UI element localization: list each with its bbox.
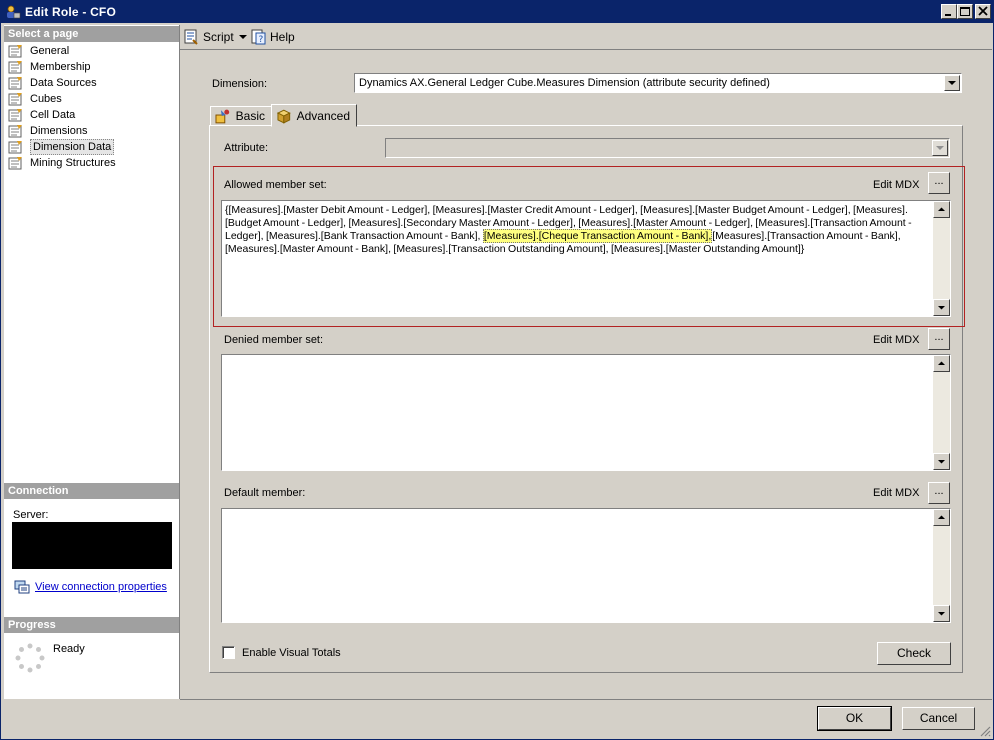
progress-header: Progress (4, 617, 179, 633)
connection-properties-icon (14, 580, 30, 594)
chevron-up-icon (938, 361, 945, 365)
scroll-down-button[interactable] (933, 299, 950, 316)
server-label: Server: (13, 509, 49, 521)
sidebar-item-label: Cubes (30, 93, 62, 105)
default-scrollbar[interactable] (933, 509, 950, 622)
page-icon (8, 125, 22, 138)
edit-mdx-label: Edit MDX (873, 487, 920, 499)
page-icon (8, 109, 22, 122)
chevron-up-icon (938, 207, 945, 211)
view-connection-properties-link[interactable]: View connection properties (14, 580, 167, 594)
scroll-down-button[interactable] (933, 605, 950, 622)
enable-visual-totals-checkbox[interactable] (222, 646, 235, 659)
sidebar-item-cubes[interactable]: Cubes (8, 91, 176, 107)
attribute-select[interactable] (385, 138, 950, 158)
page-icon (8, 141, 22, 154)
window-title: Edit Role - CFO (25, 5, 116, 19)
tab-advanced[interactable]: Advanced (271, 104, 357, 127)
default-member-label: Default member: (224, 487, 306, 499)
allowed-member-set-label: Allowed member set: (224, 179, 327, 191)
svg-text:?: ? (259, 35, 264, 45)
progress-spinner-icon (15, 643, 45, 673)
footer-divider (180, 699, 992, 700)
left-panel: Select a page General Membership Data So… (4, 25, 180, 699)
scroll-down-button[interactable] (933, 453, 950, 470)
help-button[interactable]: ? Help (250, 28, 295, 46)
default-member-textarea[interactable] (221, 508, 951, 623)
attribute-label: Attribute: (224, 142, 269, 154)
sidebar-item-label: Data Sources (30, 77, 97, 89)
sidebar-item-dimension-data[interactable]: Dimension Data (8, 139, 176, 155)
chevron-down-icon (936, 146, 944, 150)
sidebar-item-dimensions[interactable]: Dimensions (8, 123, 176, 139)
scroll-up-button[interactable] (933, 201, 950, 218)
enable-visual-totals[interactable]: Enable Visual Totals (222, 646, 341, 659)
scroll-up-button[interactable] (933, 509, 950, 526)
close-button[interactable] (975, 4, 991, 19)
attribute-dropdown-button[interactable] (932, 140, 948, 156)
allowed-edit-mdx-button[interactable]: ... (928, 172, 950, 194)
resize-grip-icon[interactable] (979, 725, 991, 737)
denied-edit-mdx-button[interactable]: ... (928, 328, 950, 350)
minimize-button[interactable] (941, 4, 957, 19)
chevron-down-icon (938, 306, 945, 310)
enable-visual-totals-label: Enable Visual Totals (242, 646, 341, 659)
sidebar-item-label: Membership (30, 61, 91, 73)
highlighted-member: [Measures].[Cheque Transaction Amount - … (482, 229, 713, 243)
basic-tab-icon (215, 109, 230, 124)
maximize-button[interactable] (957, 4, 973, 19)
chevron-up-icon (938, 515, 945, 519)
check-button[interactable]: Check (877, 642, 951, 665)
sidebar-item-label: General (30, 45, 70, 57)
sidebar-item-data-sources[interactable]: Data Sources (8, 75, 176, 91)
select-page-header: Select a page (4, 26, 179, 42)
page-icon (8, 93, 22, 106)
edit-mdx-label: Edit MDX (873, 179, 920, 191)
title-bar[interactable]: Edit Role - CFO (1, 1, 993, 23)
progress-status: Ready (53, 643, 85, 655)
chevron-down-icon (948, 81, 956, 85)
dimension-select[interactable]: Dynamics AX.General Ledger Cube.Measures… (354, 73, 962, 93)
allowed-member-set-textarea[interactable]: {[Measures].[Master Debit Amount - Ledge… (221, 200, 951, 317)
minimize-icon (945, 14, 951, 16)
script-button[interactable]: Script (183, 28, 248, 46)
denied-member-set-textarea[interactable] (221, 354, 951, 471)
page-icon (8, 77, 22, 90)
server-name-redacted (12, 522, 172, 569)
page-icon (8, 61, 22, 74)
sidebar-item-cell-data[interactable]: Cell Data (8, 107, 176, 123)
edit-mdx-label: Edit MDX (873, 334, 920, 346)
allowed-scrollbar[interactable] (933, 201, 950, 316)
chevron-down-icon (238, 35, 247, 39)
page-icon (8, 45, 22, 58)
ok-button[interactable]: OK (817, 706, 892, 731)
advanced-tab-icon (276, 109, 291, 124)
tab-basic[interactable]: Basic (210, 106, 272, 126)
sidebar-item-label: Dimensions (30, 125, 88, 137)
page-icon (8, 157, 22, 170)
toolbar: Script ? Help (180, 25, 992, 50)
default-edit-mdx-button[interactable]: ... (928, 482, 950, 504)
sidebar-item-general[interactable]: General (8, 43, 176, 59)
role-icon (7, 5, 21, 19)
dimension-dropdown-button[interactable] (944, 75, 960, 91)
cancel-button[interactable]: Cancel (902, 707, 975, 730)
sidebar-item-label: Cell Data (30, 109, 76, 121)
help-icon: ? (251, 29, 266, 45)
sidebar-item-mining-structures[interactable]: Mining Structures (8, 155, 176, 171)
denied-scrollbar[interactable] (933, 355, 950, 470)
denied-member-set-label: Denied member set: (224, 334, 324, 346)
edit-role-window: Edit Role - CFO Select a page General Me… (0, 0, 994, 740)
connection-header: Connection (4, 483, 179, 499)
dimension-label: Dimension: (212, 78, 268, 90)
sidebar-item-label: Dimension Data (30, 139, 115, 155)
sidebar-item-label: Mining Structures (30, 157, 116, 169)
chevron-down-icon (938, 460, 945, 464)
close-icon (978, 6, 988, 16)
chevron-down-icon (938, 612, 945, 616)
scroll-up-button[interactable] (933, 355, 950, 372)
maximize-icon (960, 7, 970, 16)
script-icon (184, 29, 198, 45)
sidebar-item-membership[interactable]: Membership (8, 59, 176, 75)
